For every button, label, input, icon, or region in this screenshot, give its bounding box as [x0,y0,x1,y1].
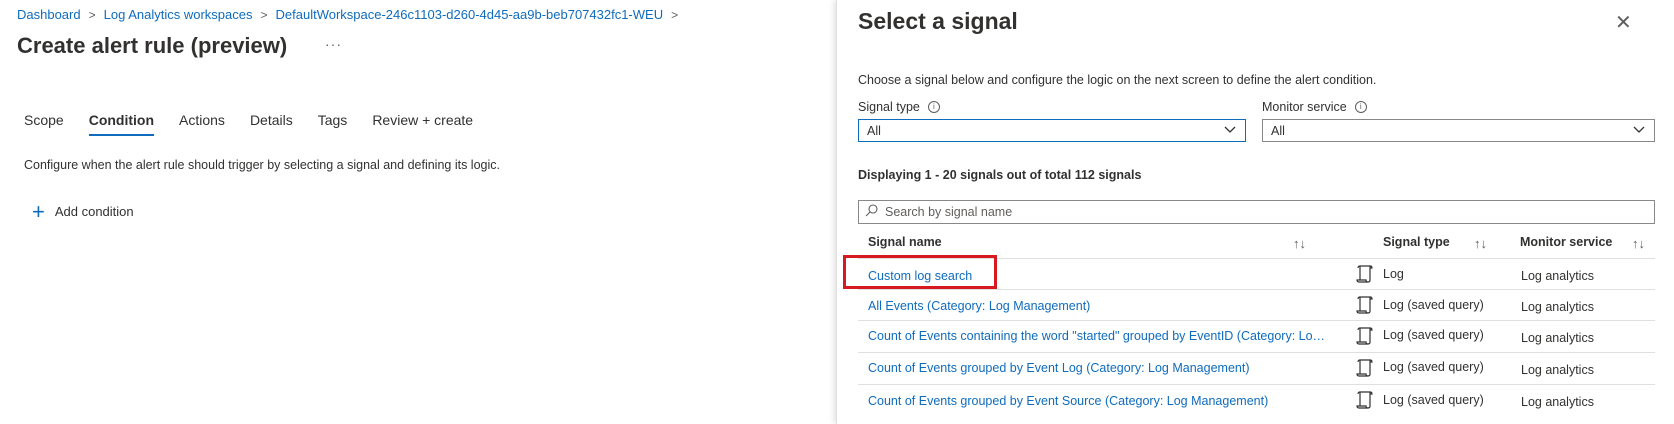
signal-type-dropdown[interactable]: All [858,119,1246,142]
highlight-box [843,255,997,289]
signal-name-link[interactable]: All Events (Category: Log Management) [868,299,1331,313]
sort-icon[interactable]: ↑↓ [1632,236,1645,251]
chevron-right-icon: > [671,7,679,22]
search-placeholder: Search by signal name [885,205,1013,219]
select-signal-panel: Select a signal ✕ Choose a signal below … [836,0,1674,424]
tab-bar: Scope Condition Actions Details Tags Rev… [24,112,498,136]
panel-description: Choose a signal below and configure the … [858,73,1377,87]
column-header-signal-type[interactable]: Signal type [1383,235,1450,249]
signal-type-value: Log [1383,267,1404,281]
log-icon [1356,391,1373,409]
chevron-down-icon [1632,122,1646,139]
panel-title: Select a signal [858,8,1018,34]
page-title: Create alert rule (preview) [17,33,288,58]
signal-name-link[interactable]: Count of Events grouped by Event Source … [868,394,1331,408]
sort-icon[interactable]: ↑↓ [1474,236,1487,251]
tab-review-create[interactable]: Review + create [372,112,473,136]
monitor-service-value: Log analytics [1521,269,1594,283]
log-icon [1356,265,1373,283]
table-row[interactable]: Count of Events grouped by Event Log (Ca… [858,352,1655,385]
condition-description: Configure when the alert rule should tri… [24,158,500,172]
monitor-service-label-text: Monitor service [1262,100,1347,114]
column-header-signal-name[interactable]: Signal name [868,235,942,249]
chevron-right-icon: > [260,7,268,22]
table-row[interactable]: All Events (Category: Log Management) Lo… [858,289,1655,322]
tab-scope[interactable]: Scope [24,112,64,136]
monitor-service-value: All [1271,124,1285,138]
signal-type-value: Log (saved query) [1383,393,1484,407]
info-icon[interactable]: i [1354,101,1367,113]
tab-details[interactable]: Details [250,112,293,136]
signal-type-value: Log (saved query) [1383,328,1484,342]
plus-icon: + [32,198,45,224]
add-condition-button[interactable]: + Add condition [32,198,134,224]
log-icon [1356,296,1373,314]
monitor-service-value: Log analytics [1521,363,1594,377]
signal-type-value: All [867,124,881,138]
monitor-service-dropdown[interactable]: All [1262,119,1655,142]
breadcrumb: Dashboard > Log Analytics workspaces > D… [17,7,686,22]
breadcrumb-log-analytics-workspaces[interactable]: Log Analytics workspaces [104,7,253,22]
signal-type-value: Log (saved query) [1383,360,1484,374]
signal-count: Displaying 1 - 20 signals out of total 1… [858,168,1142,182]
table-row[interactable]: Count of Events containing the word "sta… [858,320,1655,353]
signal-type-label-text: Signal type [858,100,920,114]
sort-icon[interactable]: ↑↓ [1293,236,1306,251]
signal-type-label: Signal type i [858,100,940,114]
tab-condition[interactable]: Condition [88,112,155,136]
info-icon[interactable]: i [927,101,940,113]
monitor-service-value: Log analytics [1521,395,1594,409]
breadcrumb-workspace[interactable]: DefaultWorkspace-246c1103-d260-4d45-aa9b… [276,7,664,22]
monitor-service-value: Log analytics [1521,331,1594,345]
log-icon [1356,359,1373,377]
chevron-right-icon: > [88,7,96,22]
close-icon[interactable]: ✕ [1615,10,1632,35]
signal-name-link[interactable]: Count of Events grouped by Event Log (Ca… [868,361,1331,375]
monitor-service-value: Log analytics [1521,300,1594,314]
add-condition-label: Add condition [54,204,134,219]
search-input[interactable]: Search by signal name [858,200,1655,224]
more-options-icon[interactable]: ··· [325,36,342,52]
breadcrumb-dashboard[interactable]: Dashboard [17,7,81,22]
log-icon [1356,327,1373,345]
signal-type-value: Log (saved query) [1383,298,1484,312]
signal-name-link[interactable]: Count of Events containing the word "sta… [868,329,1331,343]
tab-actions[interactable]: Actions [179,112,225,136]
search-icon [865,204,878,220]
tab-tags[interactable]: Tags [318,112,348,136]
monitor-service-label: Monitor service i [1262,100,1367,114]
column-header-monitor-service[interactable]: Monitor service [1520,235,1612,249]
table-row[interactable]: Count of Events grouped by Event Source … [858,384,1655,417]
chevron-down-icon [1223,122,1237,139]
